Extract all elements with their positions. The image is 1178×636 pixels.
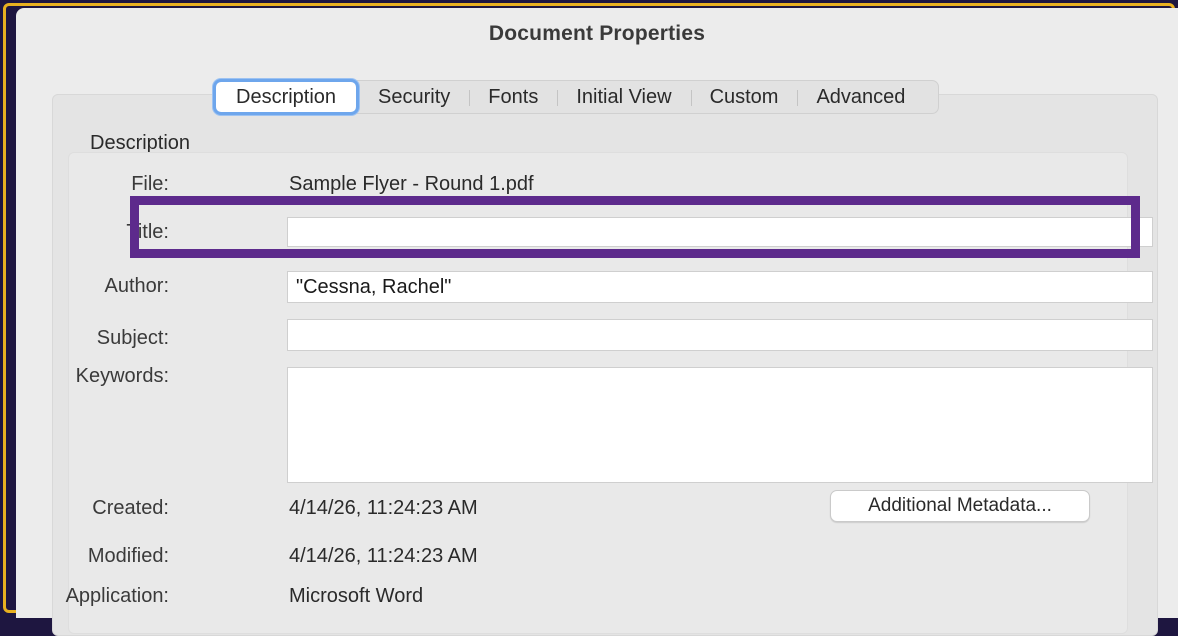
modified-value: 4/14/26, 11:24:23 AM [289, 545, 478, 567]
tab-security[interactable]: Security [359, 82, 469, 112]
title-field[interactable] [287, 217, 1153, 247]
tab-bar: Description Security Fonts Initial View … [213, 79, 940, 115]
application-value: Microsoft Word [289, 585, 424, 607]
subject-field[interactable] [287, 319, 1153, 351]
tab-description[interactable]: Description [213, 79, 360, 115]
modified-label: Modified: [87, 545, 169, 567]
keywords-field[interactable] [287, 367, 1153, 483]
tab-fonts[interactable]: Fonts [469, 82, 557, 112]
description-group-box: File: Sample Flyer - Round 1.pdf Title: … [65, 152, 1153, 634]
file-value: Sample Flyer - Round 1.pdf [289, 173, 534, 195]
document-properties-dialog: Document Properties Description Security… [16, 8, 1178, 636]
tab-initial-view[interactable]: Initial View [557, 82, 690, 112]
tab-custom[interactable]: Custom [690, 82, 798, 112]
dialog-title: Document Properties [488, 22, 706, 45]
author-label: Author: [104, 275, 169, 297]
file-label: File: [131, 173, 169, 195]
application-label: Application: [65, 585, 169, 607]
subject-label: Subject: [96, 327, 169, 349]
created-label: Created: [92, 497, 169, 519]
additional-metadata-button[interactable]: Additional Metadata... [830, 490, 1090, 522]
tab-advanced[interactable]: Advanced [797, 82, 924, 112]
keywords-label: Keywords: [75, 365, 169, 387]
created-value: 4/14/26, 11:24:23 AM [289, 497, 478, 519]
author-field[interactable] [287, 271, 1153, 303]
title-label: Title: [126, 221, 169, 243]
